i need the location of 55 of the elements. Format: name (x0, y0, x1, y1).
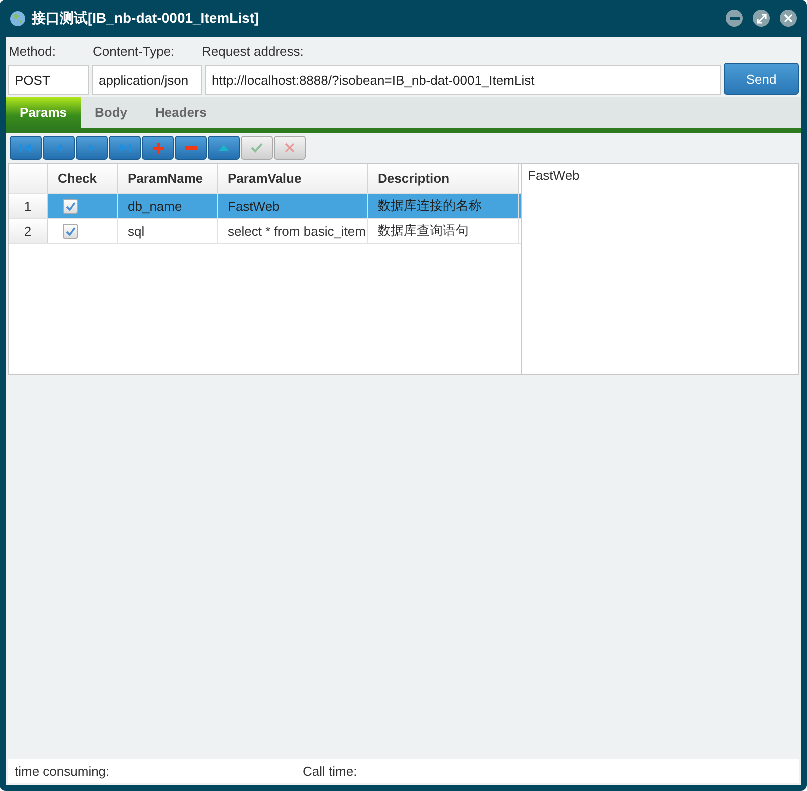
expand-icon (756, 14, 766, 24)
minus-icon (185, 146, 197, 150)
toolbar-button[interactable] (76, 136, 108, 160)
column-header[interactable]: ParamName (118, 164, 218, 193)
right-arrow-icon (88, 143, 96, 153)
plus-icon (152, 142, 164, 154)
tab[interactable]: Body (80, 97, 142, 128)
memo-text: FastWeb (528, 168, 580, 183)
check-icon (66, 226, 76, 236)
table-cell: 数据库查询语句 (368, 219, 519, 243)
toolbar-button[interactable] (175, 136, 207, 160)
time-consuming-label: time consuming: (15, 764, 111, 778)
toolbar-button[interactable] (208, 136, 240, 160)
table-cell: FastWeb (218, 194, 368, 218)
method-label: Method: (9, 44, 57, 58)
row-number: 2 (9, 219, 48, 243)
table-row[interactable]: 1 db_name FastWeb 数据库连接的名称 (9, 194, 521, 219)
left-arrow-icon (55, 143, 63, 153)
checkbox[interactable] (63, 224, 78, 238)
check-icon (66, 202, 76, 210)
table-cell: select * from basic_item (218, 219, 368, 243)
content-type-label: Content-Type: (93, 44, 176, 58)
call-time-label: Call time: (303, 764, 358, 778)
content-type-field[interactable]: application/json (92, 65, 202, 95)
table-row[interactable]: 2 sql select * from basic_item 数据库查询语句 (9, 219, 521, 244)
toolbar-button[interactable] (43, 136, 75, 160)
table-cell: sql (118, 219, 218, 243)
window-title: 接口测试[IB_nb-dat-0001_ItemList] (32, 10, 260, 28)
row-number: 1 (9, 194, 48, 218)
toolbar-button[interactable] (109, 136, 141, 160)
close-icon (285, 143, 295, 153)
table-cell: db_name (118, 194, 218, 218)
address-field[interactable]: http://localhost:8888/?isobean=IB_nb-dat-0001_ItemList (205, 65, 721, 95)
last-icon (119, 143, 131, 153)
tab[interactable]: Params (6, 97, 81, 128)
globe-icon (10, 10, 26, 26)
first-icon (20, 143, 32, 153)
minus-icon (730, 17, 740, 20)
send-button[interactable]: Send (724, 63, 799, 95)
toolbar-button[interactable] (10, 136, 42, 160)
check-icon (251, 143, 263, 153)
tab[interactable]: Headers (141, 97, 221, 128)
up-triangle-icon (219, 145, 229, 151)
column-header[interactable]: Check (48, 164, 118, 193)
close-button[interactable] (780, 10, 797, 27)
toolbar-button[interactable] (142, 136, 174, 160)
table-cell: 数据库连接的名称 (368, 194, 519, 218)
address-label: Request address: (202, 44, 305, 58)
method-field[interactable]: POST (8, 65, 89, 95)
maximize-button[interactable] (753, 10, 770, 27)
column-header[interactable]: ParamValue (218, 164, 368, 193)
column-header[interactable]: Description (368, 164, 519, 193)
checkbox[interactable] (63, 198, 78, 214)
close-icon (784, 14, 793, 23)
minimize-button[interactable] (726, 10, 743, 27)
